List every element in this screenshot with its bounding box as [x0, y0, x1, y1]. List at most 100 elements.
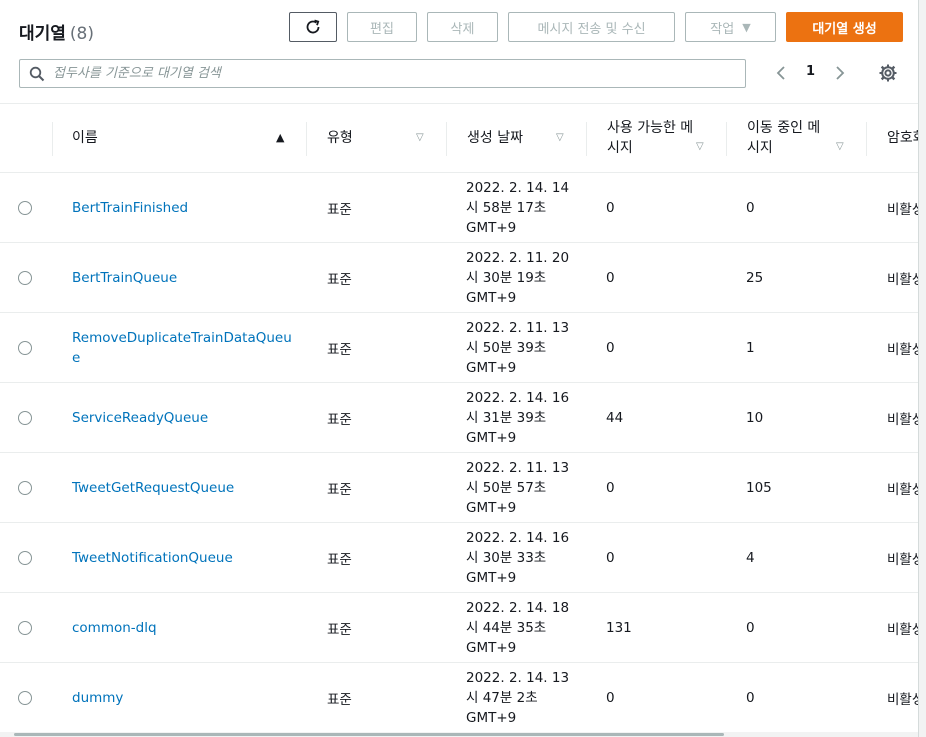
column-header-encryption[interactable]: 암호화 — [887, 104, 918, 172]
encryption-status: 비활성 — [887, 272, 918, 288]
created-date: 2022. 2. 14. 14시 58분 17초 GMT+9 — [466, 180, 570, 236]
queue-type: 표준 — [327, 412, 352, 428]
row-select-radio[interactable] — [18, 551, 32, 565]
column-label: 암호화 — [887, 130, 918, 146]
encryption-status: 비활성 — [887, 622, 918, 638]
gear-icon — [879, 64, 897, 82]
vertical-scrollbar[interactable] — [918, 0, 926, 737]
queue-type: 표준 — [327, 272, 352, 288]
send-receive-button[interactable]: 메시지 전송 및 수신 — [508, 12, 675, 42]
encryption-status: 비활성 — [887, 692, 918, 708]
table-row[interactable]: ServiceReadyQueue 표준 2022. 2. 14. 16시 31… — [0, 383, 918, 453]
table-row[interactable]: dummy 표준 2022. 2. 14. 13시 47분 2초 GMT+9 0… — [0, 663, 918, 733]
create-queue-button[interactable]: 대기열 생성 — [786, 12, 903, 42]
created-date: 2022. 2. 14. 16시 30분 33초 GMT+9 — [466, 530, 570, 586]
horizontal-scrollbar[interactable] — [0, 732, 918, 737]
queue-type: 표준 — [327, 552, 352, 568]
search-icon — [29, 66, 45, 82]
created-date: 2022. 2. 14. 18시 44분 35초 GMT+9 — [466, 600, 570, 656]
column-label: 생성 날짜 — [467, 130, 523, 146]
available-messages: 0 — [606, 200, 615, 216]
encryption-status: 비활성 — [887, 412, 918, 428]
encryption-status: 비활성 — [887, 342, 918, 358]
queue-name-link[interactable]: dummy — [72, 663, 292, 733]
created-date: 2022. 2. 11. 13시 50분 57초 GMT+9 — [466, 460, 570, 516]
created-date: 2022. 2. 11. 13시 50분 39초 GMT+9 — [466, 320, 570, 376]
column-divider — [866, 122, 867, 156]
table-header: 이름 ▲ 유형 ▽ 생성 날짜 ▽ 사용 가능한 메시지 ▽ 이동 중인 메시지… — [0, 103, 918, 173]
row-select-radio[interactable] — [18, 201, 32, 215]
in-flight-messages: 1 — [746, 340, 755, 356]
in-flight-messages: 4 — [746, 550, 755, 566]
column-header-in-flight[interactable]: 이동 중인 메시지 ▽ — [747, 104, 844, 172]
available-messages: 0 — [606, 480, 615, 496]
column-header-available[interactable]: 사용 가능한 메시지 ▽ — [607, 104, 704, 172]
queue-type: 표준 — [327, 622, 352, 638]
column-header-name[interactable]: 이름 ▲ — [72, 104, 294, 172]
row-select-radio[interactable] — [18, 481, 32, 495]
page-title: 대기열 (8) — [19, 19, 94, 44]
caret-down-icon: ▼ — [742, 20, 751, 34]
table-row[interactable]: RemoveDuplicateTrainDataQueue 표준 2022. 2… — [0, 313, 918, 383]
queue-type: 표준 — [327, 202, 352, 218]
sort-icon: ▽ — [836, 141, 844, 152]
available-messages: 44 — [606, 410, 624, 426]
queue-name-link[interactable]: BertTrainFinished — [72, 173, 292, 243]
edit-button[interactable]: 편집 — [347, 12, 417, 42]
table-row[interactable]: common-dlq 표준 2022. 2. 14. 18시 44분 35초 G… — [0, 593, 918, 663]
row-select-radio[interactable] — [18, 411, 32, 425]
sort-icon: ▽ — [556, 132, 564, 143]
encryption-status: 비활성 — [887, 202, 918, 218]
prev-page-button[interactable] — [774, 62, 792, 84]
queue-count: (8) — [69, 24, 95, 44]
actions-dropdown[interactable]: 작업 ▼ — [685, 12, 776, 42]
sort-icon: ▽ — [696, 141, 704, 152]
table-row[interactable]: BertTrainFinished 표준 2022. 2. 14. 14시 58… — [0, 173, 918, 243]
row-select-radio[interactable] — [18, 271, 32, 285]
queue-name-link[interactable]: common-dlq — [72, 593, 292, 663]
row-select-radio[interactable] — [18, 621, 32, 635]
available-messages: 0 — [606, 270, 615, 286]
encryption-status: 비활성 — [887, 552, 918, 568]
preferences-button[interactable] — [879, 64, 897, 82]
scrollbar-thumb[interactable] — [14, 733, 724, 736]
in-flight-messages: 10 — [746, 410, 764, 426]
row-select-radio[interactable] — [18, 341, 32, 355]
column-label: 이름 — [72, 130, 98, 146]
row-select-radio[interactable] — [18, 691, 32, 705]
search-input[interactable] — [53, 63, 733, 84]
created-date: 2022. 2. 14. 16시 31분 39초 GMT+9 — [466, 390, 570, 446]
queue-name-link[interactable]: ServiceReadyQueue — [72, 383, 292, 453]
in-flight-messages: 25 — [746, 270, 764, 286]
delete-button[interactable]: 삭제 — [427, 12, 498, 42]
in-flight-messages: 0 — [746, 690, 755, 706]
column-label: 사용 가능한 메시지 — [607, 120, 694, 156]
column-header-type[interactable]: 유형 ▽ — [327, 104, 432, 172]
queue-name-link[interactable]: RemoveDuplicateTrainDataQueue — [72, 313, 292, 383]
column-divider — [586, 122, 587, 156]
title-text: 대기열 — [19, 24, 66, 44]
sort-icon: ▽ — [416, 132, 424, 143]
next-page-button[interactable] — [833, 62, 851, 84]
refresh-icon — [306, 19, 320, 34]
available-messages: 131 — [606, 620, 632, 636]
encryption-status: 비활성 — [887, 482, 918, 498]
table-row[interactable]: BertTrainQueue 표준 2022. 2. 11. 20시 30분 1… — [0, 243, 918, 313]
queue-type: 표준 — [327, 692, 352, 708]
queue-name-link[interactable]: TweetGetRequestQueue — [72, 453, 292, 523]
in-flight-messages: 105 — [746, 480, 772, 496]
created-date: 2022. 2. 14. 13시 47분 2초 GMT+9 — [466, 670, 570, 726]
chevron-left-icon — [776, 66, 785, 80]
current-page[interactable]: 1 — [806, 64, 815, 79]
refresh-button[interactable] — [289, 12, 337, 42]
sort-ascending-icon: ▲ — [276, 131, 285, 144]
chevron-right-icon — [836, 66, 845, 80]
queue-name-link[interactable]: TweetNotificationQueue — [72, 523, 292, 593]
column-header-created[interactable]: 생성 날짜 ▽ — [467, 104, 572, 172]
column-label: 이동 중인 메시지 — [747, 120, 821, 156]
column-divider — [726, 122, 727, 156]
queue-name-link[interactable]: BertTrainQueue — [72, 243, 292, 313]
queue-type: 표준 — [327, 482, 352, 498]
table-row[interactable]: TweetGetRequestQueue 표준 2022. 2. 11. 13시… — [0, 453, 918, 523]
table-row[interactable]: TweetNotificationQueue 표준 2022. 2. 14. 1… — [0, 523, 918, 593]
